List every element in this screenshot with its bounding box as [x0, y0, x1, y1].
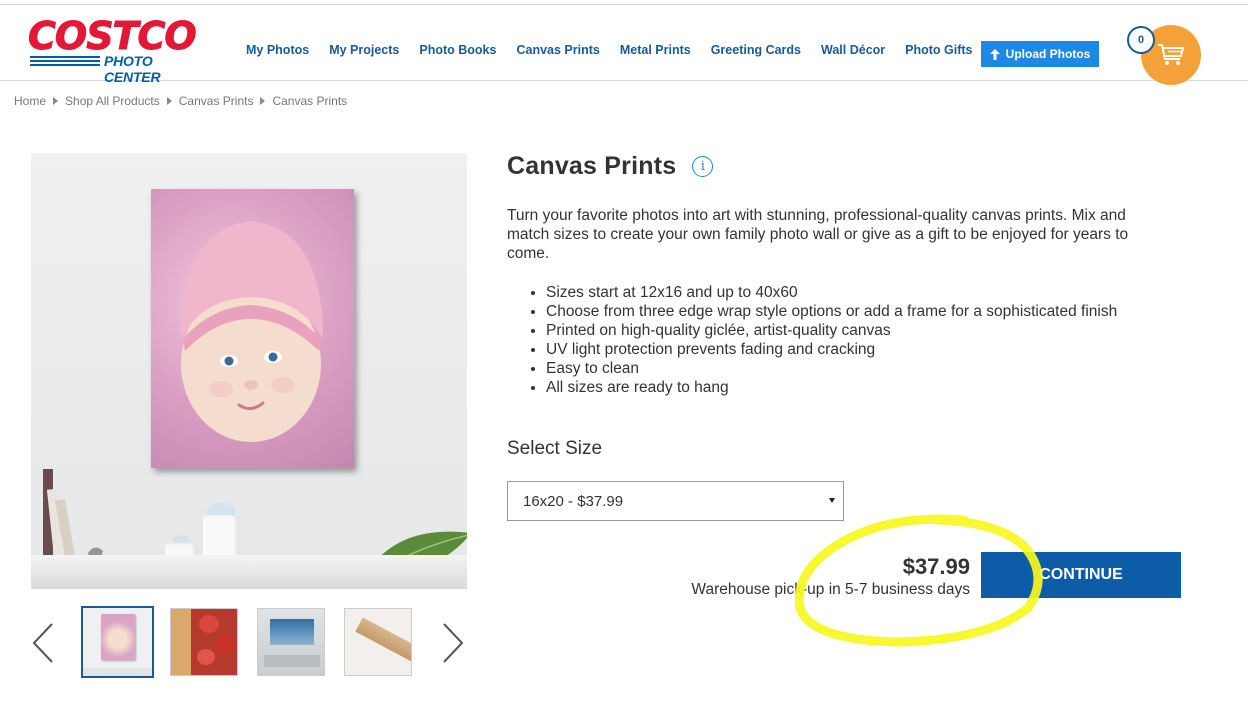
pickup-note: Warehouse pick-up in 5-7 business days	[691, 581, 970, 598]
breadcrumb-separator-icon	[53, 97, 59, 105]
breadcrumb-shop-all[interactable]: Shop All Products	[65, 94, 160, 108]
breadcrumb-canvas-prints[interactable]: Canvas Prints	[179, 94, 254, 108]
logo-stripes	[30, 56, 100, 67]
breadcrumb: Home Shop All Products Canvas Prints Can…	[14, 94, 347, 108]
nav-my-projects[interactable]: My Projects	[319, 43, 409, 57]
chevron-right-icon[interactable]	[440, 622, 466, 664]
nav-greeting-cards[interactable]: Greeting Cards	[701, 43, 811, 57]
thumbnail-edge-detail[interactable]	[344, 608, 412, 676]
breadcrumb-current: Canvas Prints	[272, 94, 348, 108]
nav-photo-books[interactable]: Photo Books	[409, 43, 506, 57]
feature-item: All sizes are ready to hang	[546, 378, 1117, 397]
nav-photo-gifts[interactable]: Photo Gifts	[895, 43, 982, 57]
breadcrumb-separator-icon	[166, 97, 172, 105]
nav-metal-prints[interactable]: Metal Prints	[610, 43, 701, 57]
price: $37.99	[902, 554, 970, 579]
breadcrumb-separator-icon	[260, 97, 266, 105]
canvas-print-photo	[151, 189, 354, 468]
nav-wall-decor[interactable]: Wall Décor	[811, 43, 895, 57]
feature-item: Easy to clean	[546, 359, 1117, 378]
info-icon[interactable]: i	[692, 156, 714, 177]
chevron-left-icon[interactable]	[30, 622, 56, 664]
costco-photo-center-logo[interactable]: COSTCO PHOTO CENTER	[28, 14, 210, 86]
page-title: Canvas Prints	[507, 152, 677, 180]
logo-wordmark: COSTCO	[28, 14, 198, 58]
dropdown-caret-icon	[829, 498, 835, 503]
thumbnail-carousel	[30, 606, 470, 678]
upload-photos-button[interactable]: Upload Photos	[981, 41, 1099, 67]
books-decor	[43, 469, 103, 558]
shelf	[31, 555, 467, 589]
product-title-row: Canvas Prints i	[507, 152, 714, 181]
feature-item: UV light protection prevents fading and …	[546, 340, 1117, 359]
product-description: Turn your favorite photos into art with …	[507, 207, 1129, 262]
feature-list: Sizes start at 12x16 and up to 40x60 Cho…	[546, 283, 1117, 397]
select-size-label: Select Size	[507, 438, 603, 459]
continue-button[interactable]: CONTINUE	[981, 552, 1181, 598]
size-select-value: 16x20 - $37.99	[523, 492, 624, 510]
nav-canvas-prints[interactable]: Canvas Prints	[506, 43, 609, 57]
feature-item: Choose from three edge wrap style option…	[546, 302, 1117, 321]
breadcrumb-home[interactable]: Home	[14, 94, 46, 108]
product-main-image	[31, 153, 467, 589]
size-select[interactable]: 16x20 - $37.99	[507, 481, 844, 521]
feature-item: Sizes start at 12x16 and up to 40x60	[546, 283, 1117, 302]
upload-arrow-icon	[989, 48, 1000, 60]
thumbnail-baby-canvas[interactable]	[81, 606, 154, 678]
shopping-cart-icon	[1158, 44, 1184, 65]
logo-subtitle: PHOTO CENTER	[104, 53, 161, 85]
site-header: COSTCO PHOTO CENTER My Photos My Project…	[0, 5, 1248, 86]
main-nav: My Photos My Projects Photo Books Canvas…	[236, 43, 983, 57]
nav-my-photos[interactable]: My Photos	[236, 43, 319, 57]
cart-count-badge: 0	[1127, 26, 1155, 54]
feature-item: Printed on high-quality giclée, artist-q…	[546, 321, 1117, 340]
upload-photos-label: Upload Photos	[1005, 47, 1091, 61]
thumbnail-roses-canvas[interactable]	[170, 608, 238, 676]
thumbnail-living-room-canvas[interactable]	[257, 608, 325, 676]
